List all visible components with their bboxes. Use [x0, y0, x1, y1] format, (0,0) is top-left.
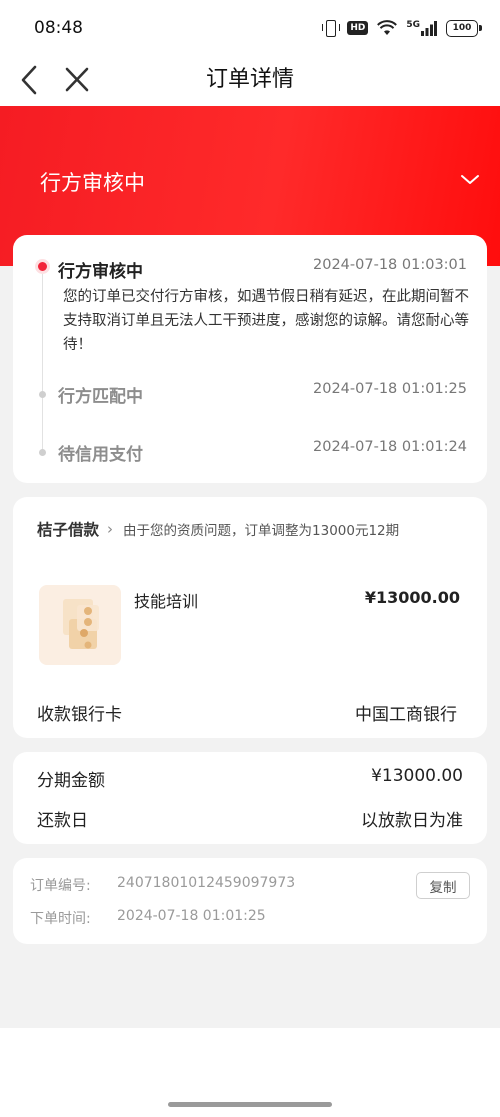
signal-icon — [421, 20, 437, 36]
status-bar: 08:48 HD 5G 100 — [0, 0, 500, 56]
timeline-step-time: 2024-07-18 01:01:24 — [313, 439, 467, 455]
timeline-step-title: 行方审核中 — [58, 262, 143, 282]
product-name: 技能培训 — [134, 592, 199, 611]
page-title: 订单详情 — [205, 67, 294, 92]
home-indicator[interactable] — [168, 1102, 332, 1107]
vibrate-icon — [322, 19, 341, 37]
coin-stack-icon — [63, 599, 99, 649]
merchant-link[interactable]: 桔子借款 — [37, 518, 99, 540]
product-card: 桔子借款 › 由于您的资质问题，订单调整为13000元12期 技能培训 ¥130… — [13, 497, 487, 738]
timeline-line — [42, 267, 43, 455]
repayment-day-value: 以放款日为准 — [361, 811, 463, 831]
hd-icon: HD — [347, 21, 369, 35]
nav-bar: 订单详情 — [0, 56, 500, 106]
network-type: 5G — [406, 19, 420, 30]
timeline-step-title: 行方匹配中 — [58, 387, 143, 407]
chevron-right-icon[interactable]: › — [107, 520, 113, 538]
battery-icon: 100 — [446, 19, 482, 37]
repayment-day-label: 还款日 — [37, 811, 88, 831]
bank-card-label: 收款银行卡 — [37, 705, 122, 725]
merchant-row: 桔子借款 › 由于您的资质问题，订单调整为13000元12期 — [37, 518, 399, 540]
order-number-value: 24071801012459097973 — [117, 875, 296, 891]
timeline-step-time: 2024-07-18 01:03:01 — [313, 257, 467, 273]
status-time: 08:48 — [34, 18, 83, 38]
timeline-dot — [39, 391, 46, 398]
bank-card-value: 中国工商银行 — [355, 705, 457, 725]
wifi-icon — [377, 20, 398, 35]
installment-card: 分期金额 ¥13000.00 还款日 以放款日为准 — [13, 752, 487, 844]
order-adjust-note: 由于您的资质问题，订单调整为13000元12期 — [123, 523, 400, 539]
timeline-step-title: 待信用支付 — [58, 445, 143, 465]
timeline-dot — [39, 449, 46, 456]
progress-timeline-card: 行方审核中 2024-07-18 01:03:01 您的订单已交付行方审核，如遇… — [13, 235, 487, 483]
order-time-label: 下单时间: — [30, 911, 91, 927]
order-time-value: 2024-07-18 01:01:25 — [117, 908, 266, 924]
timeline-step-time: 2024-07-18 01:01:25 — [313, 381, 467, 397]
copy-button[interactable]: 复制 — [416, 872, 470, 899]
order-info-card: 订单编号: 24071801012459097973 复制 下单时间: 2024… — [13, 858, 487, 944]
order-number-label: 订单编号: — [30, 878, 91, 894]
order-status-title: 行方审核中 — [40, 171, 145, 195]
cellular-signal: 5G — [406, 19, 437, 36]
timeline-dot-active — [35, 259, 50, 274]
installment-amount-value: ¥13000.00 — [371, 766, 463, 786]
timeline-step-description: 您的订单已交付行方审核，如遇节假日稍有延迟，在此期间暂不支持取消订单且无法人工干… — [63, 289, 469, 353]
expand-toggle[interactable] — [458, 170, 482, 190]
chevron-down-icon — [461, 175, 479, 184]
installment-amount-label: 分期金额 — [37, 771, 105, 791]
product-price: ¥13000.00 — [364, 588, 460, 607]
status-indicators: HD 5G 100 — [322, 19, 482, 37]
product-image — [39, 585, 121, 665]
